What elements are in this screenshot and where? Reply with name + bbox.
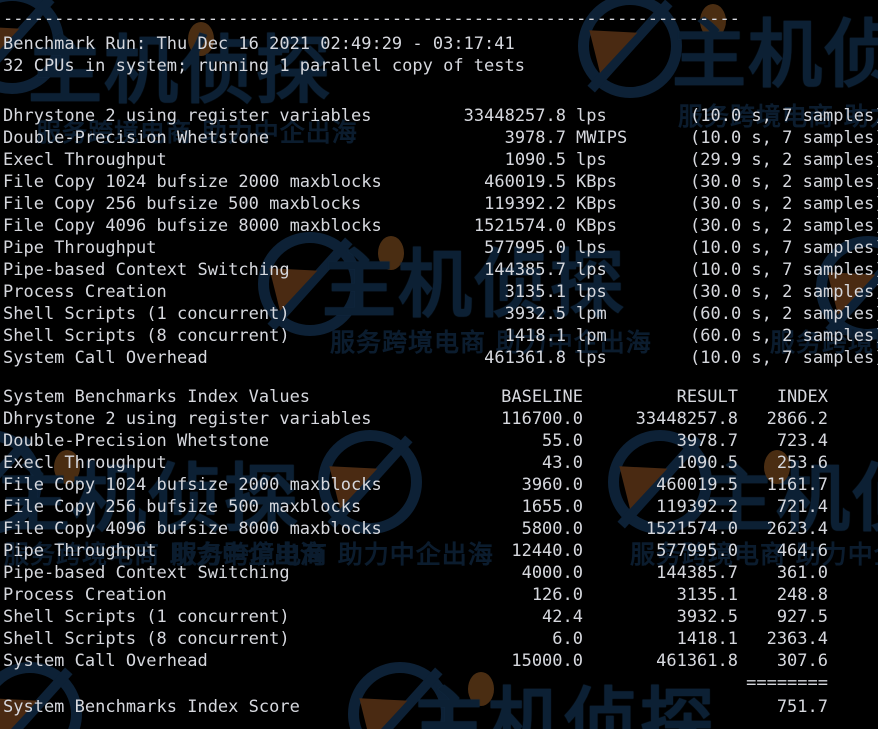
index-row-name: Shell Scripts (8 concurrent) — [3, 629, 290, 649]
index-row-baseline: 4000.0 — [521, 563, 583, 583]
result-row-unit: KBps — [576, 172, 617, 192]
score-value: 751.7 — [776, 697, 828, 717]
result-row-unit: lps — [576, 238, 607, 258]
index-row-baseline: 5800.0 — [521, 519, 583, 539]
result-row-timing: (10.0 s, 7 samples) — [690, 260, 878, 280]
result-row-unit: KBps — [576, 194, 617, 214]
index-row-baseline: 3960.0 — [521, 475, 583, 495]
result-row-value: 461361.8 — [484, 348, 566, 368]
result-row-timing: (10.0 s, 7 samples) — [690, 128, 878, 148]
index-row-name: File Copy 4096 bufsize 8000 maxblocks — [3, 519, 382, 539]
terminal-screenshot: 主机侦探 服务跨境电商 助力中企出海 主机侦探 服务跨境电商 助力中企出海 主机… — [0, 0, 878, 729]
result-row-value: 33448257.8 — [463, 106, 566, 126]
result-row-name: Pipe Throughput — [3, 238, 157, 258]
result-row-unit: lps — [576, 260, 607, 280]
index-row-index: 2866.2 — [766, 409, 828, 429]
index-row-index: 248.8 — [776, 585, 828, 605]
result-row-unit: lps — [576, 348, 607, 368]
result-row-value: 144385.7 — [484, 260, 566, 280]
result-row-timing: (60.0 s, 2 samples) — [690, 326, 878, 346]
score-rule: ======== — [746, 673, 828, 693]
index-row-name: Pipe Throughput — [3, 541, 157, 561]
index-row-name: System Call Overhead — [3, 651, 208, 671]
index-row-name: Shell Scripts (1 concurrent) — [3, 607, 290, 627]
score-label: System Benchmarks Index Score — [3, 697, 300, 717]
result-row-unit: MWIPS — [576, 128, 628, 148]
benchmark-run-line: Benchmark Run: Thu Dec 16 2021 02:49:29 … — [3, 34, 515, 54]
index-row-index: 927.5 — [776, 607, 828, 627]
index-row-baseline: 6.0 — [552, 629, 583, 649]
result-row-timing: (30.0 s, 2 samples) — [690, 194, 878, 214]
result-row-timing: (30.0 s, 2 samples) — [690, 216, 878, 236]
result-row-name: Double-Precision Whetstone — [3, 128, 270, 148]
index-row-index: 2623.4 — [766, 519, 828, 539]
result-row-name: System Call Overhead — [3, 348, 208, 368]
result-row-name: Shell Scripts (1 concurrent) — [3, 304, 290, 324]
index-row-index: 307.6 — [776, 651, 828, 671]
index-row-baseline: 1655.0 — [521, 497, 583, 517]
result-row-unit: lpm — [576, 304, 607, 324]
result-row-unit: lps — [576, 106, 607, 126]
result-row-timing: (10.0 s, 7 samples) — [690, 348, 878, 368]
index-row-name: Execl Throughput — [3, 453, 167, 473]
result-row-unit: lps — [576, 282, 607, 302]
column-header-baseline: BASELINE — [501, 387, 583, 407]
column-header-index: INDEX — [776, 387, 828, 407]
index-row-name: File Copy 1024 bufsize 2000 maxblocks — [3, 475, 382, 495]
result-row-name: Pipe-based Context Switching — [3, 260, 290, 280]
result-row-unit: KBps — [576, 216, 617, 236]
index-table-title: System Benchmarks Index Values — [3, 387, 311, 407]
index-row-baseline: 55.0 — [542, 431, 583, 451]
result-row-value: 1418.1 — [504, 326, 566, 346]
index-row-baseline: 15000.0 — [511, 651, 583, 671]
result-row-unit: lps — [576, 150, 607, 170]
terminal-output: ----------------------------------------… — [0, 0, 878, 729]
result-row-name: Shell Scripts (8 concurrent) — [3, 326, 290, 346]
result-row-value: 460019.5 — [484, 172, 566, 192]
result-row-value: 577995.0 — [484, 238, 566, 258]
result-row-value: 3135.1 — [504, 282, 566, 302]
index-row-name: Double-Precision Whetstone — [3, 431, 270, 451]
result-row-timing: (30.0 s, 2 samples) — [690, 282, 878, 302]
cpu-info-line: 32 CPUs in system; running 1 parallel co… — [3, 56, 525, 76]
index-row-name: File Copy 256 bufsize 500 maxblocks — [3, 497, 362, 517]
index-row-baseline: 42.4 — [542, 607, 583, 627]
result-row-timing: (30.0 s, 2 samples) — [690, 172, 878, 192]
index-row-baseline: 12440.0 — [511, 541, 583, 561]
index-row-index: 253.6 — [776, 453, 828, 473]
result-row-value: 3978.7 — [504, 128, 566, 148]
index-row-index: 361.0 — [776, 563, 828, 583]
result-row-name: Execl Throughput — [3, 150, 167, 170]
index-row-index: 2363.4 — [766, 629, 828, 649]
index-row-name: Pipe-based Context Switching — [3, 563, 290, 583]
result-row-name: Process Creation — [3, 282, 167, 302]
index-row-name: Process Creation — [3, 585, 167, 605]
index-row-baseline: 116700.0 — [501, 409, 583, 429]
result-row-timing: (29.9 s, 2 samples) — [690, 150, 878, 170]
result-row-value: 1521574.0 — [473, 216, 566, 236]
result-row-timing: (10.0 s, 7 samples) — [690, 238, 878, 258]
result-row-timing: (60.0 s, 2 samples) — [690, 304, 878, 324]
result-row-unit: lpm — [576, 326, 607, 346]
index-row-baseline: 126.0 — [531, 585, 583, 605]
index-row-name: Dhrystone 2 using register variables — [3, 409, 372, 429]
index-row-baseline: 43.0 — [542, 453, 583, 473]
result-row-value: 1090.5 — [504, 150, 566, 170]
separator-rule: ----------------------------------------… — [3, 9, 740, 29]
index-row-index: 464.6 — [776, 541, 828, 561]
index-row-index: 721.4 — [776, 497, 828, 517]
result-row-value: 3932.5 — [504, 304, 566, 324]
result-row-timing: (10.0 s, 7 samples) — [690, 106, 878, 126]
index-row-index: 723.4 — [776, 431, 828, 451]
index-row-index: 1161.7 — [766, 475, 828, 495]
result-row-value: 119392.2 — [484, 194, 566, 214]
